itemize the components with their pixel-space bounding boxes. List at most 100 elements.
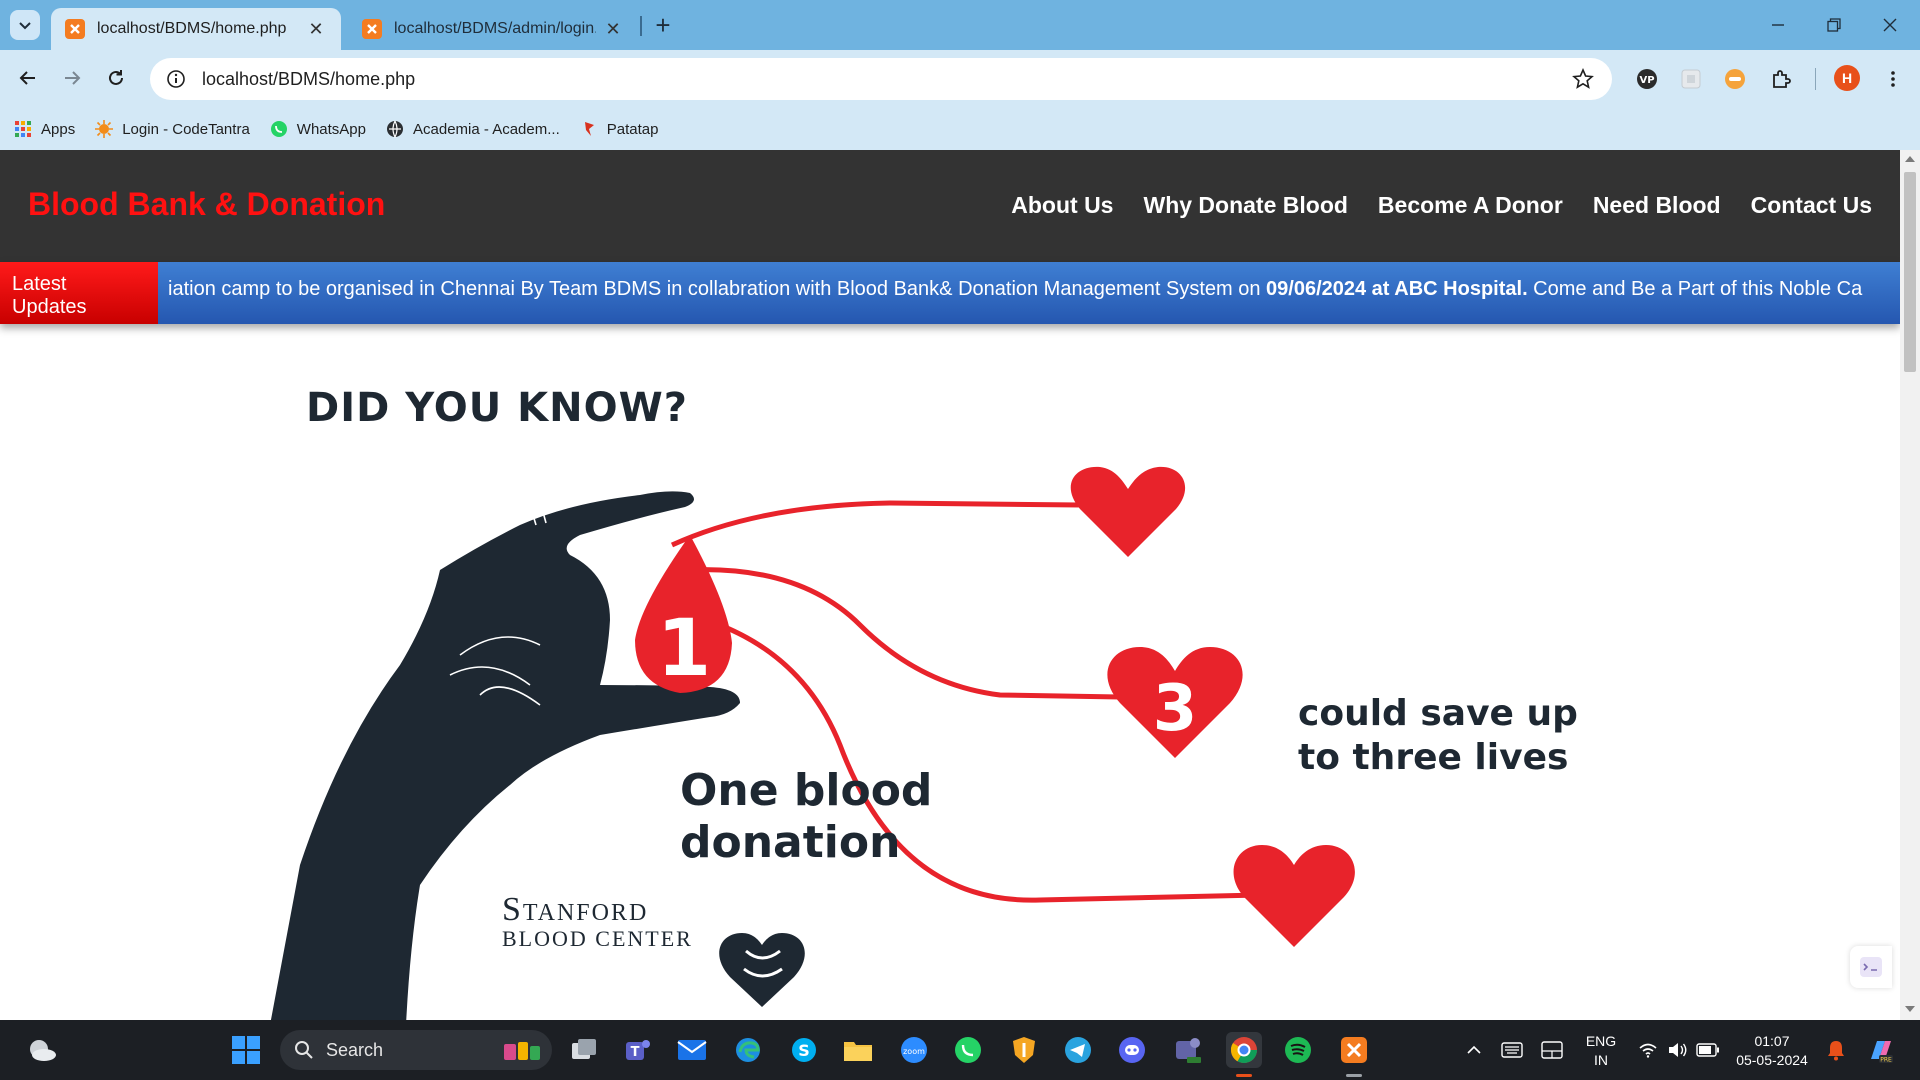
xampp-taskbar-icon[interactable]: [1336, 1032, 1372, 1068]
ticker-label: Latest Updates: [0, 262, 158, 324]
browser-toolbar: localhost/BDMS/home.php VP H: [0, 50, 1920, 108]
site-info-icon[interactable]: [164, 67, 188, 91]
bookmark-codetantra[interactable]: Login - CodeTantra: [95, 115, 250, 143]
svg-text:PRE: PRE: [1880, 1057, 1892, 1064]
save-lives-text: could save up to three lives: [1298, 692, 1578, 780]
input-language[interactable]: ENG IN: [1576, 1032, 1626, 1070]
stanford-blood-center-logo: Stanford BLOOD CENTER: [502, 893, 693, 951]
site-brand[interactable]: Blood Bank & Donation: [28, 186, 385, 223]
clock[interactable]: 01:07 05-05-2024: [1730, 1032, 1814, 1070]
bookmarks-bar: Apps Login - CodeTantra WhatsApp Academi…: [0, 108, 1920, 150]
scroll-up-arrow-icon[interactable]: [1905, 156, 1915, 162]
stanford-heart-mark: [719, 933, 805, 1007]
new-tab-button[interactable]: +: [648, 10, 678, 40]
teams-icon[interactable]: T: [620, 1032, 656, 1068]
nav-need-blood[interactable]: Need Blood: [1593, 192, 1721, 219]
reload-icon: [109, 70, 123, 85]
menu-kebab-icon[interactable]: [1878, 64, 1908, 94]
tab-search-button[interactable]: [10, 10, 40, 40]
display-icon[interactable]: [1534, 1032, 1570, 1068]
xampp-active-indicator: [1346, 1074, 1362, 1077]
infographic-title: DID YOU KNOW?: [306, 385, 688, 431]
tab-admin-login[interactable]: localhost/BDMS/admin/login.php ✕: [348, 8, 638, 50]
tab-title: localhost/BDMS/admin/login.php: [394, 20, 596, 37]
scroll-down-arrow-icon[interactable]: [1905, 1006, 1915, 1012]
forward-button[interactable]: [54, 60, 90, 96]
brave-icon[interactable]: [1006, 1032, 1042, 1068]
bookmark-apps[interactable]: Apps: [14, 115, 75, 143]
clock-date: 05-05-2024: [1736, 1052, 1808, 1068]
file-explorer-icon[interactable]: [840, 1032, 876, 1068]
bookmark-star-icon[interactable]: [1568, 64, 1598, 94]
whatsapp-taskbar-icon[interactable]: [950, 1032, 986, 1068]
zoom-icon[interactable]: zoom: [896, 1032, 932, 1068]
chrome-active-indicator: [1236, 1074, 1252, 1077]
bookmark-academia[interactable]: Academia - Academ...: [386, 115, 560, 143]
discord-icon[interactable]: [1114, 1032, 1150, 1068]
close-icon[interactable]: ✕: [602, 18, 624, 40]
page-scrollbar[interactable]: [1900, 150, 1920, 1020]
chrome-icon[interactable]: [1226, 1032, 1262, 1068]
vpn-extension-icon[interactable]: VP: [1632, 64, 1662, 94]
nav-why-donate-blood[interactable]: Why Donate Blood: [1143, 192, 1347, 219]
address-bar[interactable]: localhost/BDMS/home.php: [150, 58, 1612, 100]
skype-icon[interactable]: S: [786, 1032, 822, 1068]
nav-become-a-donor[interactable]: Become A Donor: [1378, 192, 1563, 219]
mail-icon[interactable]: [674, 1032, 710, 1068]
windows-start-icon[interactable]: [228, 1032, 264, 1068]
spotify-icon[interactable]: [1280, 1032, 1316, 1068]
bookmark-patatap[interactable]: Patatap: [580, 115, 658, 143]
search-highlight-icon: [504, 1042, 540, 1060]
close-window-button[interactable]: [1862, 0, 1918, 50]
ticker-message[interactable]: iation camp to be organised in Chennai B…: [168, 278, 1862, 301]
drop-number: 1: [657, 604, 711, 694]
weather-widget-icon[interactable]: [24, 1032, 60, 1068]
codetantra-icon: [95, 120, 114, 138]
notification-bell-icon[interactable]: [1818, 1032, 1854, 1068]
telegram-icon[interactable]: [1060, 1032, 1096, 1068]
scrollbar-thumb[interactable]: [1904, 172, 1916, 372]
edge-icon[interactable]: [730, 1032, 766, 1068]
nav-about-us[interactable]: About Us: [1011, 192, 1113, 219]
academia-icon: [386, 120, 404, 138]
one-blood-donation-text: One blood donation: [680, 765, 932, 869]
site-header: Blood Bank & Donation About Us Why Donat…: [0, 150, 1900, 262]
apps-grid-icon: [14, 120, 32, 138]
battery-icon[interactable]: [1690, 1032, 1726, 1068]
url-text[interactable]: localhost/BDMS/home.php: [202, 69, 1568, 90]
heart-number: 3: [1153, 672, 1198, 746]
teams-new-icon[interactable]: [1170, 1032, 1206, 1068]
logo-line-1: Stanford: [502, 891, 649, 928]
profile-avatar[interactable]: H: [1834, 65, 1860, 91]
orange-extension-icon[interactable]: [1720, 64, 1750, 94]
taskbar-search-box[interactable]: Search: [280, 1030, 552, 1070]
search-placeholder: Search: [326, 1039, 384, 1060]
reload-button[interactable]: [98, 60, 134, 96]
language-code: ENG: [1585, 1033, 1617, 1049]
ticker-text-start: iation camp to be organised in Chennai B…: [168, 278, 1267, 300]
keyboard-icon[interactable]: [1494, 1032, 1530, 1068]
close-icon[interactable]: ✕: [305, 18, 327, 40]
did-you-know-infographic: 1 3 DID YOU KNOW? One blood donation cou…: [240, 385, 1640, 1020]
minimize-button[interactable]: [1750, 0, 1806, 50]
logo-line-2: BLOOD CENTER: [502, 926, 693, 951]
restore-button[interactable]: [1806, 0, 1862, 50]
tab-home[interactable]: localhost/BDMS/home.php ✕: [51, 8, 341, 50]
back-button[interactable]: [10, 60, 46, 96]
xampp-icon: [65, 19, 85, 39]
chevron-up-icon[interactable]: [1456, 1032, 1492, 1068]
svg-text:VP: VP: [1639, 75, 1654, 86]
task-view-icon[interactable]: [566, 1032, 602, 1068]
extensions-puzzle-icon[interactable]: [1766, 64, 1796, 94]
windows-taskbar: Search T S zoom ENG IN 01:07 05-05-2024 …: [0, 1020, 1920, 1080]
ticker-date-location: 09/06/2024 at ABC Hospital.: [1266, 278, 1528, 300]
arrow-left-icon: [19, 71, 35, 85]
chevron-down-icon: [19, 22, 31, 30]
side-widget-button[interactable]: [1850, 946, 1892, 988]
extension-icon[interactable]: [1676, 64, 1706, 94]
tab-separator: [640, 16, 642, 36]
copilot-icon[interactable]: PRE: [1862, 1032, 1898, 1068]
heart-top: [1070, 466, 1186, 557]
nav-contact-us[interactable]: Contact Us: [1751, 192, 1872, 219]
bookmark-whatsapp[interactable]: WhatsApp: [270, 115, 366, 143]
